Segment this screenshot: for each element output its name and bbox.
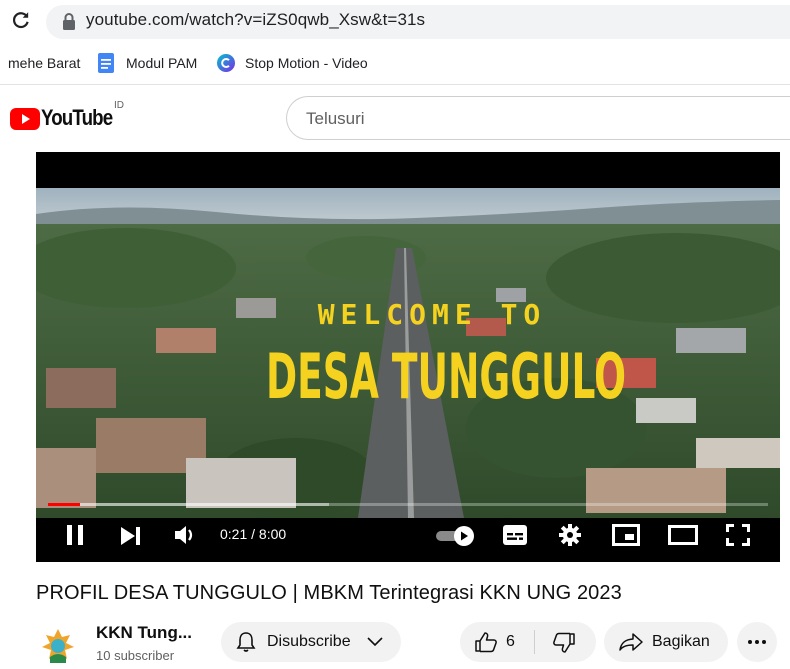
- like-count: 6: [506, 633, 515, 650]
- more-horizontal-icon: [748, 640, 766, 644]
- next-icon[interactable]: [120, 526, 142, 546]
- subscribed-button[interactable]: Disubscribe: [221, 622, 401, 662]
- canva-icon: [217, 54, 235, 72]
- autoplay-toggle-icon[interactable]: [436, 525, 476, 547]
- video-frame: WELCOME TO DESA TUNGGULO: [36, 188, 780, 518]
- share-arrow-icon: [619, 633, 643, 651]
- overlay-title: DESA TUNGGULO: [266, 340, 626, 413]
- bookmark-item[interactable]: Stop Motion - Video: [245, 55, 368, 71]
- youtube-play-logo-icon: [10, 108, 40, 130]
- youtube-wordmark: YouTube: [41, 105, 113, 130]
- thumbs-up-icon[interactable]: [474, 631, 498, 653]
- video-player[interactable]: WELCOME TO DESA TUNGGULO 0:21 / 8:00: [36, 152, 780, 562]
- bookmark-item[interactable]: Modul PAM: [126, 55, 197, 71]
- url-text[interactable]: youtube.com/watch?v=iZS0qwb_Xsw&t=31s: [86, 10, 425, 30]
- reload-icon[interactable]: [10, 9, 32, 31]
- docs-icon: [98, 53, 114, 73]
- theater-mode-icon[interactable]: [668, 525, 698, 545]
- more-actions-button[interactable]: [737, 622, 777, 662]
- progress-played: [48, 503, 80, 506]
- subscribe-label: Disubscribe: [267, 633, 351, 650]
- bookmark-item[interactable]: mehe Barat: [8, 55, 80, 71]
- like-dislike-group: 6: [460, 622, 596, 662]
- lock-icon[interactable]: [60, 12, 78, 32]
- fullscreen-icon[interactable]: [726, 524, 750, 546]
- bell-icon: [236, 632, 256, 652]
- overlay-welcome: WELCOME TO: [318, 298, 547, 331]
- settings-gear-icon[interactable]: [558, 523, 582, 547]
- video-title: PROFIL DESA TUNGGULO | MBKM Terintegrasi…: [36, 582, 622, 604]
- thumbs-down-icon[interactable]: [552, 632, 576, 654]
- progress-buffer: [48, 503, 329, 506]
- volume-icon[interactable]: [174, 524, 198, 546]
- pause-icon[interactable]: [66, 524, 84, 546]
- subscriber-count: 10 subscriber: [96, 648, 175, 663]
- miniplayer-icon[interactable]: [612, 524, 640, 546]
- like-divider: [534, 630, 535, 654]
- subtitles-icon[interactable]: [502, 524, 528, 546]
- share-label: Bagikan: [652, 633, 710, 650]
- bookmarks-bar: [0, 44, 790, 85]
- channel-avatar[interactable]: [36, 623, 80, 667]
- youtube-logo[interactable]: YouTube ID: [10, 100, 130, 136]
- time-display: 0:21 / 8:00: [220, 526, 287, 542]
- share-button[interactable]: Bagikan: [604, 622, 728, 662]
- chevron-down-icon: [367, 637, 383, 647]
- region-code: ID: [114, 100, 124, 111]
- channel-name[interactable]: KKN Tung...: [96, 623, 192, 643]
- search-placeholder: Telusuri: [306, 109, 365, 128]
